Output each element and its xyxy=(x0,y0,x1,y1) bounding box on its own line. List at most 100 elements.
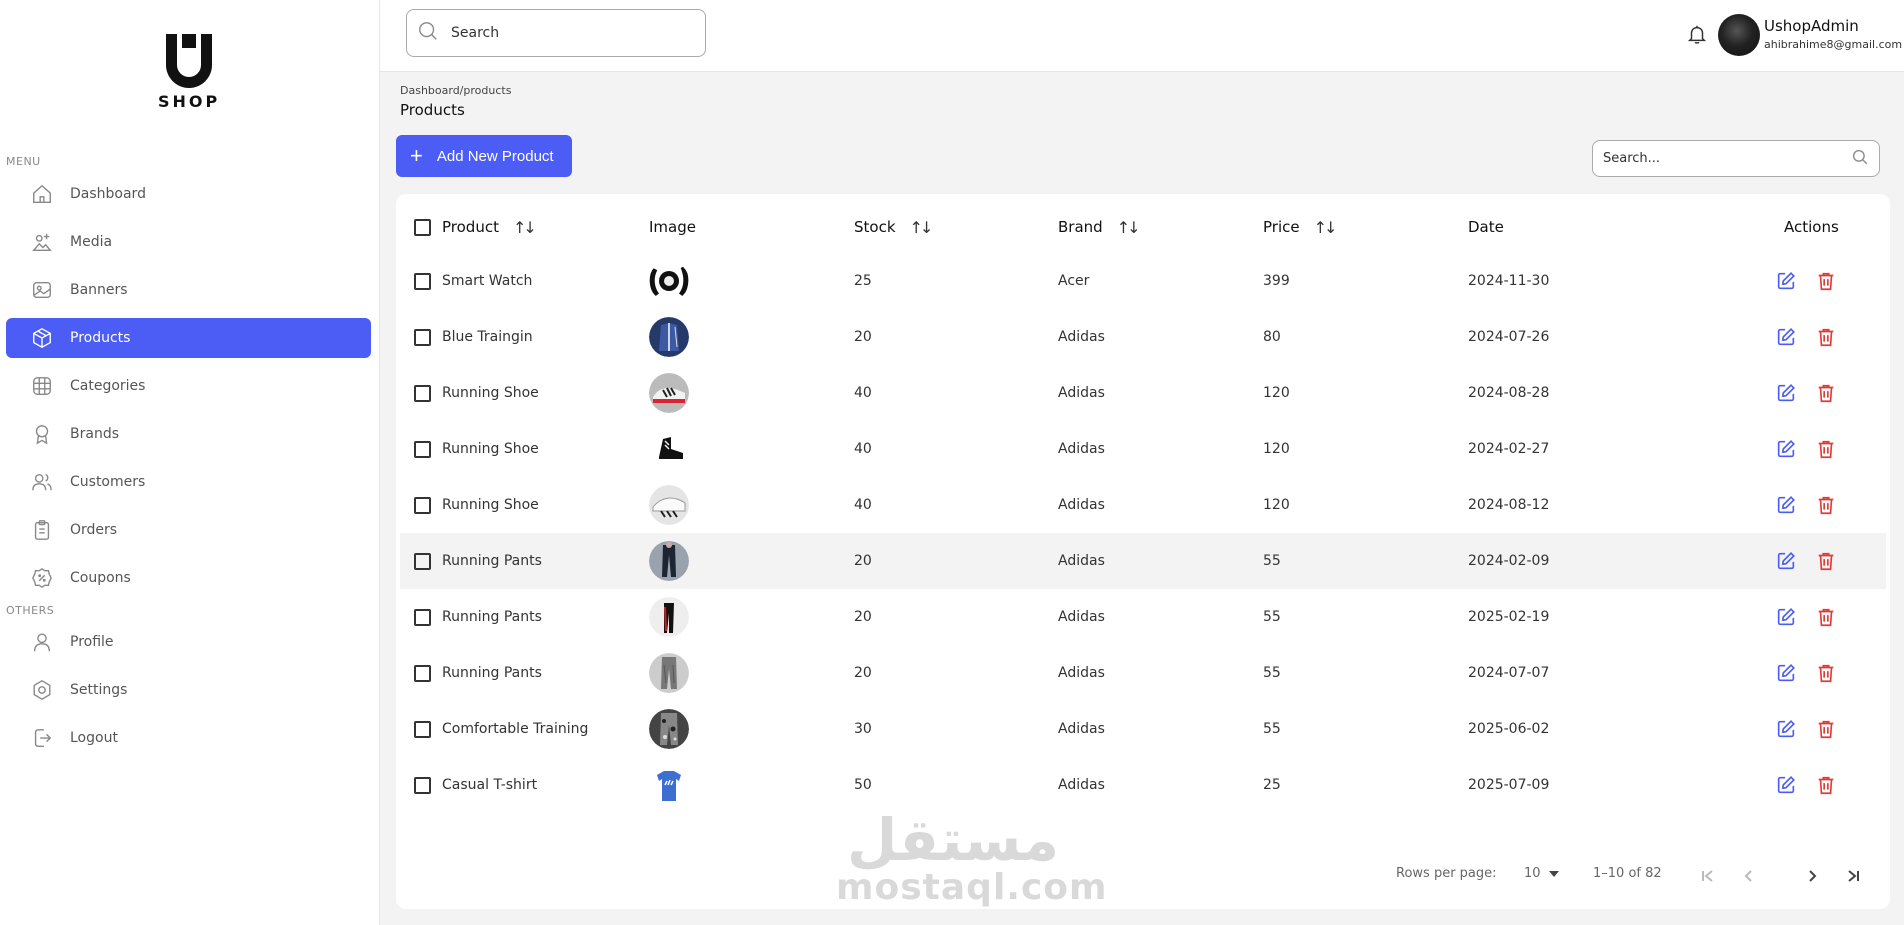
search-icon[interactable] xyxy=(1851,148,1869,170)
sidebar-item-products[interactable]: Products xyxy=(6,318,371,358)
edit-icon[interactable] xyxy=(1774,717,1798,741)
caret-down-icon xyxy=(1548,870,1559,877)
product-name: Casual T-shirt xyxy=(442,777,538,793)
delete-icon[interactable] xyxy=(1814,493,1838,517)
row-checkbox[interactable] xyxy=(414,608,431,626)
table-row[interactable]: Comfortable Training 30 Adidas 55 2025-06-02 xyxy=(400,701,1886,757)
notification-bell-icon[interactable] xyxy=(1686,22,1710,46)
sidebar-item-settings[interactable]: Settings xyxy=(6,670,371,710)
table-row[interactable]: Running Pants 20 Adidas 55 2024-02-09 xyxy=(400,533,1886,589)
row-checkbox[interactable] xyxy=(414,664,431,682)
sidebar-item-profile[interactable]: Profile xyxy=(6,622,371,662)
sort-icon[interactable]: ↑↓ xyxy=(1314,218,1338,237)
edit-icon[interactable] xyxy=(1774,605,1798,629)
edit-icon[interactable] xyxy=(1774,381,1798,405)
first-page-icon xyxy=(1702,870,1713,882)
avatar[interactable] xyxy=(1718,14,1760,56)
table-row[interactable]: Smart Watch 25 Acer 399 2024-11-30 xyxy=(400,253,1886,309)
rows-per-page-select[interactable]: 10 xyxy=(1524,866,1559,881)
table-search[interactable] xyxy=(1592,140,1880,177)
product-stock: 20 xyxy=(854,553,872,569)
product-thumbnail xyxy=(649,765,689,805)
sidebar-item-orders[interactable]: Orders xyxy=(6,510,371,550)
table-row[interactable]: Running Pants 20 Adidas 55 2025-02-19 xyxy=(400,589,1886,645)
global-search[interactable] xyxy=(406,9,706,57)
first-page-button[interactable] xyxy=(1698,866,1718,886)
sidebar-item-label: Brands xyxy=(70,426,119,442)
table-row[interactable]: Casual T-shirt 50 Adidas 25 2025-07-09 xyxy=(400,757,1886,813)
delete-icon[interactable] xyxy=(1814,269,1838,293)
pagination-range: 1–10 of 82 xyxy=(1593,866,1662,881)
column-actions: Actions xyxy=(1784,194,1839,260)
product-date: 2025-02-19 xyxy=(1468,609,1550,625)
chevron-right-icon xyxy=(1809,870,1817,882)
sidebar-item-logout[interactable]: Logout xyxy=(6,718,371,758)
delete-icon[interactable] xyxy=(1814,661,1838,685)
product-price: 120 xyxy=(1263,497,1290,513)
table-search-input[interactable] xyxy=(1603,151,1851,166)
table-row[interactable]: Running Shoe 40 Adidas 120 2024-08-12 xyxy=(400,477,1886,533)
table-row[interactable]: Running Shoe 40 Adidas 120 2024-02-27 xyxy=(400,421,1886,477)
delete-icon[interactable] xyxy=(1814,437,1838,461)
picture-icon xyxy=(30,278,54,302)
sidebar-item-label: Customers xyxy=(70,474,146,490)
watermark-latin: mostaql.com xyxy=(836,867,1108,908)
table-row[interactable]: Running Shoe 40 Adidas 120 2024-08-28 xyxy=(400,365,1886,421)
column-price[interactable]: Price ↑↓ xyxy=(1263,194,1338,260)
delete-icon[interactable] xyxy=(1814,717,1838,741)
delete-icon[interactable] xyxy=(1814,325,1838,349)
previous-page-button[interactable] xyxy=(1739,866,1759,886)
column-product[interactable]: Product ↑↓ xyxy=(442,194,537,260)
product-brand: Adidas xyxy=(1058,329,1105,345)
last-page-icon xyxy=(1848,870,1859,882)
next-page-button[interactable] xyxy=(1802,866,1822,886)
edit-icon[interactable] xyxy=(1774,661,1798,685)
sidebar-item-media[interactable]: Media xyxy=(6,222,371,262)
sort-icon[interactable]: ↑↓ xyxy=(1117,218,1141,237)
product-thumbnail xyxy=(649,485,689,525)
sidebar-item-categories[interactable]: Categories xyxy=(6,366,371,406)
row-checkbox[interactable] xyxy=(414,552,431,570)
edit-icon[interactable] xyxy=(1774,493,1798,517)
product-stock: 30 xyxy=(854,721,872,737)
delete-icon[interactable] xyxy=(1814,605,1838,629)
sidebar-item-customers[interactable]: Customers xyxy=(6,462,371,502)
search-icon xyxy=(417,20,439,46)
row-checkbox[interactable] xyxy=(414,496,431,514)
shop-logo[interactable]: SHOP xyxy=(158,34,220,111)
edit-icon[interactable] xyxy=(1774,773,1798,797)
select-all-checkbox[interactable] xyxy=(414,218,431,236)
row-checkbox[interactable] xyxy=(414,328,431,346)
row-checkbox[interactable] xyxy=(414,776,431,794)
product-brand: Adidas xyxy=(1058,385,1105,401)
product-date: 2024-07-07 xyxy=(1468,665,1550,681)
delete-icon[interactable] xyxy=(1814,549,1838,573)
product-date: 2024-02-09 xyxy=(1468,553,1550,569)
table-header: Product ↑↓ Image Stock ↑↓ Brand ↑↓ Price… xyxy=(400,194,1886,260)
delete-icon[interactable] xyxy=(1814,381,1838,405)
column-brand[interactable]: Brand ↑↓ xyxy=(1058,194,1141,260)
column-stock[interactable]: Stock ↑↓ xyxy=(854,194,934,260)
row-checkbox[interactable] xyxy=(414,720,431,738)
row-checkbox[interactable] xyxy=(414,272,431,290)
image-upload-icon xyxy=(30,230,54,254)
global-search-input[interactable] xyxy=(451,25,671,41)
sidebar-item-dashboard[interactable]: Dashboard xyxy=(6,174,371,214)
sort-icon[interactable]: ↑↓ xyxy=(513,218,537,237)
row-checkbox[interactable] xyxy=(414,440,431,458)
table-row[interactable]: Running Pants 20 Adidas 55 2024-07-07 xyxy=(400,645,1886,701)
table-row[interactable]: Blue Traingin 20 Adidas 80 2024-07-26 xyxy=(400,309,1886,365)
edit-icon[interactable] xyxy=(1774,549,1798,573)
sidebar-item-coupons[interactable]: Coupons xyxy=(6,558,371,598)
edit-icon[interactable] xyxy=(1774,325,1798,349)
add-new-product-button[interactable]: + Add New Product xyxy=(396,135,572,177)
add-new-product-label: Add New Product xyxy=(436,147,554,165)
edit-icon[interactable] xyxy=(1774,269,1798,293)
sidebar-item-brands[interactable]: Brands xyxy=(6,414,371,454)
edit-icon[interactable] xyxy=(1774,437,1798,461)
sidebar-item-banners[interactable]: Banners xyxy=(6,270,371,310)
delete-icon[interactable] xyxy=(1814,773,1838,797)
sort-icon[interactable]: ↑↓ xyxy=(910,218,934,237)
last-page-button[interactable] xyxy=(1843,866,1863,886)
row-checkbox[interactable] xyxy=(414,384,431,402)
